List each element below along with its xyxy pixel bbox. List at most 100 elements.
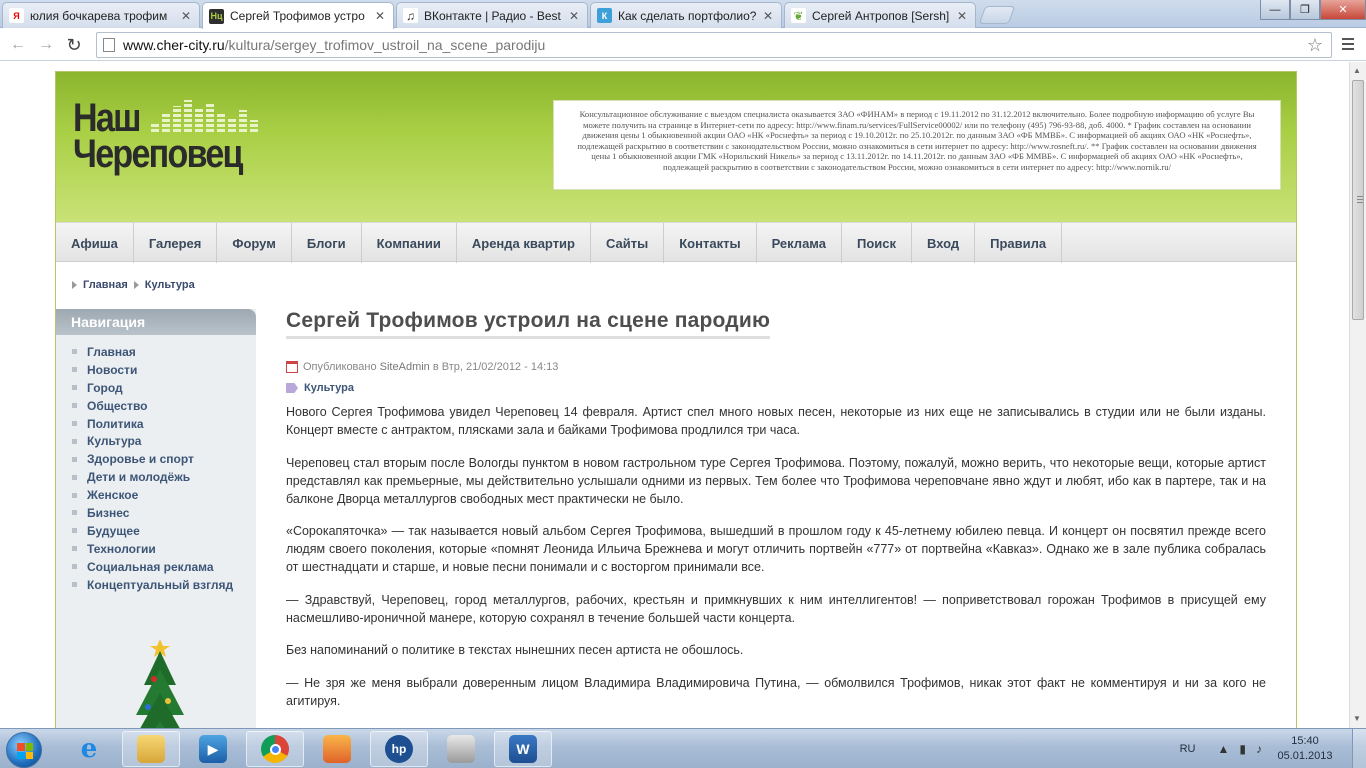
bullet-icon xyxy=(72,492,77,498)
media-player-icon: ▶ xyxy=(199,735,227,763)
bullet-icon xyxy=(72,403,77,409)
sidebar-item-city[interactable]: Город xyxy=(72,379,256,397)
tray-expand-icon[interactable]: ▲ xyxy=(1218,742,1230,756)
menu-item-companies[interactable]: Компании xyxy=(362,223,457,263)
taskbar-scanner[interactable] xyxy=(432,731,490,767)
menu-item-sites[interactable]: Сайты xyxy=(591,223,665,263)
clock-date: 05.01.2013 xyxy=(1277,750,1333,762)
tab-trofimov-article[interactable]: Нц Сергей Трофимов устро ✕ xyxy=(202,2,394,29)
sidebar-item-label: Социальная реклама xyxy=(87,559,214,574)
close-icon[interactable]: ✕ xyxy=(179,9,193,23)
article-paragraph: — Не зря же меня выбрали доверенным лицо… xyxy=(286,675,1266,708)
bullet-icon xyxy=(72,385,77,391)
language-indicator[interactable]: RU xyxy=(1180,743,1196,755)
tag-icon xyxy=(286,383,298,393)
sidebar-item-society[interactable]: Общество xyxy=(72,397,256,415)
sidebar-item-label: Концептуальный взгляд xyxy=(87,577,234,592)
menu-item-advertising[interactable]: Реклама xyxy=(757,223,842,263)
tab-yandex-search[interactable]: Я юлия бочкарева трофим ✕ xyxy=(2,2,200,28)
tab-antropov[interactable]: ❦ Сергей Антропов [Sersh] ✕ xyxy=(784,2,976,28)
sidebar-item-social-ads[interactable]: Социальная реклама xyxy=(72,558,256,576)
sidebar-item-health-sport[interactable]: Здоровье и спорт xyxy=(72,450,256,468)
taskbar-word[interactable]: W xyxy=(494,731,552,767)
breadcrumb-culture[interactable]: Культура xyxy=(145,279,195,291)
menu-item-gallery[interactable]: Галерея xyxy=(134,223,218,263)
close-icon[interactable]: ✕ xyxy=(761,9,775,23)
breadcrumb-arrow-icon xyxy=(133,281,139,289)
site-header: Наш Череповец Консультационное обслужива… xyxy=(56,72,1296,222)
close-icon[interactable]: ✕ xyxy=(373,9,387,23)
sidebar-item-future[interactable]: Будущее xyxy=(72,522,256,540)
clock[interactable]: 15:40 05.01.2013 xyxy=(1272,734,1338,764)
sidebar-item-conceptual-view[interactable]: Концептуальный взгляд xyxy=(72,576,256,594)
article-paragraph: Без напоминаний о политике в текстах нын… xyxy=(286,643,744,657)
taskbar-media-player[interactable]: ▶ xyxy=(184,731,242,767)
taskbar-explorer[interactable] xyxy=(122,731,180,767)
menu-item-contacts[interactable]: Контакты xyxy=(664,223,757,263)
main-menu: Афиша Галерея Форум Блоги Компании Аренд… xyxy=(56,222,1296,263)
site-logo[interactable]: Наш Череповец xyxy=(73,98,273,180)
article-body: Нового Сергея Трофимова увидел Череповец… xyxy=(286,403,1266,710)
taskbar-ie[interactable]: e xyxy=(60,731,118,767)
bullet-icon xyxy=(72,474,77,480)
sidebar-item-business[interactable]: Бизнес xyxy=(72,504,256,522)
ad-banner[interactable]: Консультационное обслуживание с выездом … xyxy=(553,100,1281,190)
menu-item-rules[interactable]: Правила xyxy=(975,223,1063,263)
sidebar: Навигация Главная Новости Город Общество… xyxy=(56,309,256,728)
sidebar-item-technology[interactable]: Технологии xyxy=(72,540,256,558)
scrollbar-thumb[interactable] xyxy=(1352,80,1364,320)
tab-portfolio[interactable]: К Как сделать портфолио? ✕ xyxy=(590,2,782,28)
published-date: в Втр, 21/02/2012 - 14:13 xyxy=(432,361,559,373)
close-icon[interactable]: ✕ xyxy=(567,9,581,23)
bookmark-star-icon[interactable]: ☆ xyxy=(1307,35,1323,56)
menu-item-login[interactable]: Вход xyxy=(912,223,976,263)
reload-button[interactable]: ↻ xyxy=(62,33,86,57)
sidebar-item-kids-youth[interactable]: Дети и молодёжь xyxy=(72,468,256,486)
window-close-button[interactable]: ✕ xyxy=(1320,0,1366,20)
new-tab-button[interactable] xyxy=(978,6,1016,24)
sidebar-item-culture[interactable]: Культура xyxy=(72,432,256,450)
breadcrumb-home[interactable]: Главная xyxy=(83,279,128,291)
menu-wrench-icon[interactable] xyxy=(1338,34,1358,54)
author-link[interactable]: SiteAdmin xyxy=(380,361,430,373)
article-paragraph: Череповец стал вторым после Вологды пунк… xyxy=(286,455,1266,506)
sidebar-item-label: Город xyxy=(87,380,123,395)
scroll-up-icon[interactable]: ▲ xyxy=(1353,66,1361,75)
paint-icon xyxy=(323,735,351,763)
article-paragraph: Нового Сергея Трофимова увидел Череповец… xyxy=(286,405,1266,437)
vertical-scrollbar[interactable]: ▲ ▼ xyxy=(1349,62,1366,728)
address-bar[interactable]: www.cher-city.ru/kultura/sergey_trofimov… xyxy=(96,32,1332,58)
start-button[interactable] xyxy=(6,732,42,768)
volume-icon[interactable]: ♪ xyxy=(1256,742,1262,756)
maximize-button[interactable]: ❐ xyxy=(1290,0,1320,20)
category-link[interactable]: Культура xyxy=(304,382,354,394)
taskbar-chrome[interactable] xyxy=(246,731,304,767)
menu-item-rent[interactable]: Аренда квартир xyxy=(457,223,591,263)
menu-item-blogs[interactable]: Блоги xyxy=(292,223,362,263)
taskbar-hp[interactable]: hp xyxy=(370,731,428,767)
network-icon[interactable]: ▮ xyxy=(1239,742,1246,756)
back-button[interactable]: ← xyxy=(6,33,30,57)
tab-title: ВКонтакте | Радио - Best xyxy=(424,8,561,23)
sidebar-item-news[interactable]: Новости xyxy=(72,361,256,379)
forward-button[interactable]: → xyxy=(34,33,58,57)
sidebar-item-politics[interactable]: Политика xyxy=(72,415,256,433)
bullet-icon xyxy=(72,546,77,552)
clock-time: 15:40 xyxy=(1291,735,1319,747)
published-prefix: Опубликовано xyxy=(303,361,377,373)
tab-vkontakte-radio[interactable]: ♫ ВКонтакте | Радио - Best ✕ xyxy=(396,2,588,28)
taskbar-paint[interactable] xyxy=(308,731,366,767)
scanner-icon xyxy=(447,735,475,763)
menu-item-afisha[interactable]: Афиша xyxy=(56,223,134,263)
close-icon[interactable]: ✕ xyxy=(955,9,969,23)
menu-item-forum[interactable]: Форум xyxy=(217,223,292,263)
sidebar-item-women[interactable]: Женское xyxy=(72,486,256,504)
minimize-button[interactable]: — xyxy=(1260,0,1290,20)
tab-title: юлия бочкарева трофим xyxy=(30,8,168,23)
sidebar-item-home[interactable]: Главная xyxy=(72,343,256,361)
show-desktop-button[interactable] xyxy=(1352,729,1366,768)
bullet-icon xyxy=(72,456,77,462)
menu-item-search[interactable]: Поиск xyxy=(842,223,912,263)
article-category: Культура xyxy=(286,382,1266,394)
scroll-down-icon[interactable]: ▼ xyxy=(1353,714,1361,723)
